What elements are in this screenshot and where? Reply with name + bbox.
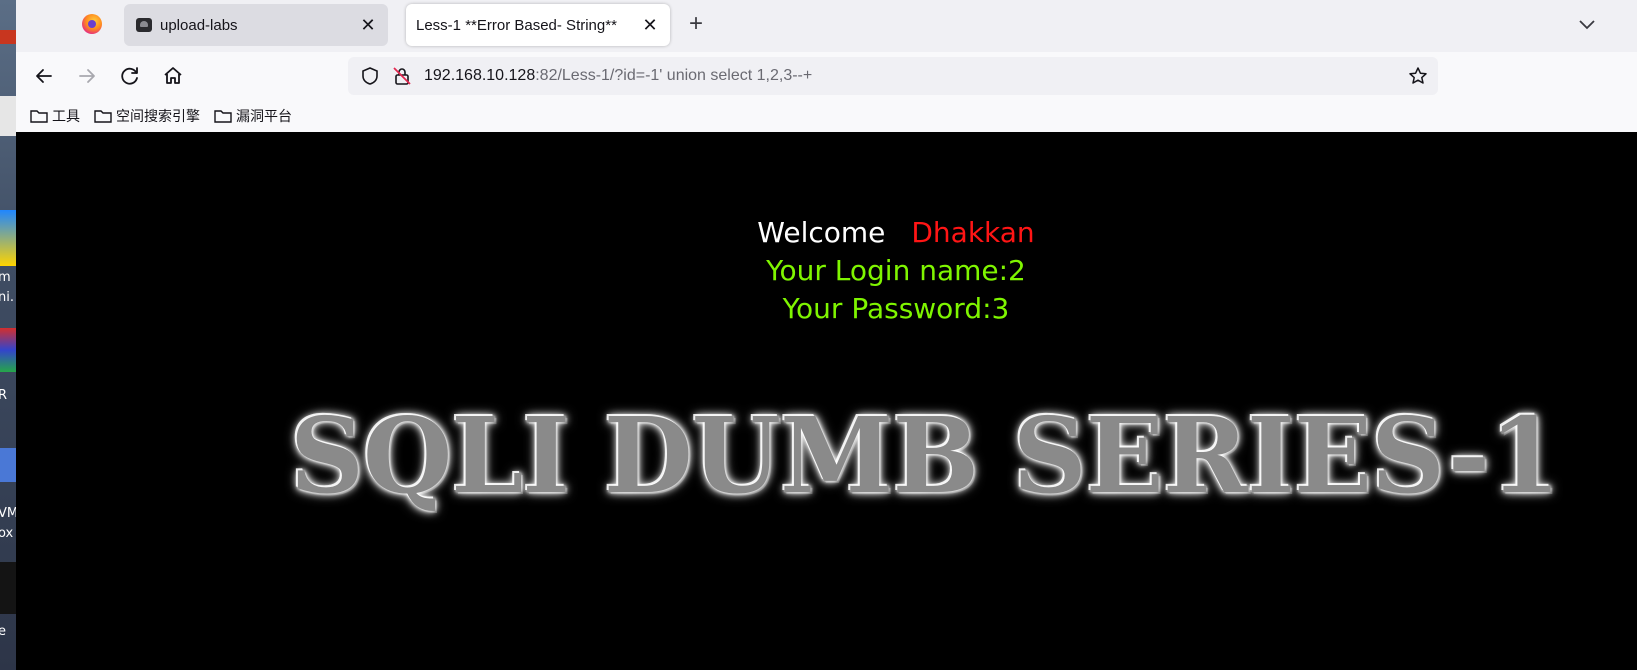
bookmark-folder-search-engines[interactable]: 空间搜索引擎 xyxy=(94,106,200,126)
folder-icon xyxy=(30,110,48,123)
bookmark-folder-vuln-platforms[interactable]: 漏洞平台 xyxy=(214,106,292,126)
bookmarks-toolbar: 工具 空间搜索引擎 漏洞平台 xyxy=(16,100,1637,132)
desktop-icon[interactable] xyxy=(0,328,16,372)
tab-strip: upload-labs ✕ Less-1 **Error Based- Stri… xyxy=(16,0,1637,52)
chevron-down-icon[interactable] xyxy=(1577,14,1597,34)
url-host: 192.168.10.128 xyxy=(424,67,536,84)
desktop-label: ni. xyxy=(0,290,14,305)
page-content: Welcome Dhakkan Your Login name:2 Your Pa… xyxy=(16,132,1637,670)
bookmark-folder-tools[interactable]: 工具 xyxy=(30,106,80,126)
screen: m ni. R VM ox e upload-labs ✕ Less-1 **E… xyxy=(0,0,1637,670)
welcome-line: Welcome Dhakkan xyxy=(16,216,1637,249)
welcome-name: Dhakkan xyxy=(911,216,1035,249)
url-path: :82/Less-1/?id=-1' union select 1,2,3--+ xyxy=(535,67,813,84)
password-result: Your Password:3 xyxy=(782,292,1010,325)
browser-chrome: upload-labs ✕ Less-1 **Error Based- Stri… xyxy=(16,0,1637,138)
navigation-bar: 192.168.10.128:82/Less-1/?id=-1' union s… xyxy=(16,52,1637,100)
back-arrow-icon[interactable] xyxy=(30,62,58,90)
folder-icon xyxy=(214,110,232,123)
desktop-label: R xyxy=(0,388,8,403)
reload-icon[interactable] xyxy=(116,62,144,90)
star-bookmark-icon[interactable] xyxy=(1408,66,1428,86)
insecure-lock-icon[interactable] xyxy=(392,66,412,86)
bookmark-label: 工具 xyxy=(52,108,80,124)
url-bar[interactable]: 192.168.10.128:82/Less-1/?id=-1' union s… xyxy=(348,57,1438,95)
bookmark-label: 漏洞平台 xyxy=(236,108,292,124)
desktop-label: e xyxy=(0,624,6,639)
banner-text: SQLI DUMB SERIES-1 xyxy=(290,394,1561,517)
desktop-label: VM xyxy=(0,506,16,521)
tab-title: upload-labs xyxy=(160,16,238,34)
desktop-icon[interactable] xyxy=(0,562,16,614)
desktop-label: ox xyxy=(0,526,14,541)
site-favicon-icon xyxy=(136,18,152,32)
url-text[interactable]: 192.168.10.128:82/Less-1/?id=-1' union s… xyxy=(424,67,812,85)
firefox-icon[interactable] xyxy=(82,14,102,34)
tab-less-1[interactable]: Less-1 **Error Based- String** ✕ xyxy=(406,4,670,46)
home-icon[interactable] xyxy=(159,62,187,90)
desktop-icon[interactable] xyxy=(0,96,16,136)
desktop-icon[interactable] xyxy=(0,210,16,266)
tab-title: Less-1 **Error Based- String** xyxy=(416,16,617,34)
shield-icon[interactable] xyxy=(360,66,380,86)
new-tab-plus-icon[interactable]: + xyxy=(682,10,710,38)
desktop-edge: m ni. R VM ox e xyxy=(0,0,16,670)
desktop-label: m xyxy=(0,270,11,285)
desktop-icon[interactable] xyxy=(0,30,16,44)
close-tab-icon[interactable]: ✕ xyxy=(358,15,378,35)
tab-upload-labs[interactable]: upload-labs ✕ xyxy=(124,4,388,46)
folder-icon xyxy=(94,110,112,123)
forward-arrow-icon[interactable] xyxy=(73,62,101,90)
login-name-result: Your Login name:2 xyxy=(766,254,1026,287)
sqli-banner-image: SQLI DUMB SERIES-1 xyxy=(290,394,1561,517)
welcome-text: Welcome xyxy=(757,216,886,249)
close-tab-icon[interactable]: ✕ xyxy=(640,15,660,35)
desktop-icon[interactable] xyxy=(0,448,16,482)
bookmark-label: 空间搜索引擎 xyxy=(116,108,200,124)
